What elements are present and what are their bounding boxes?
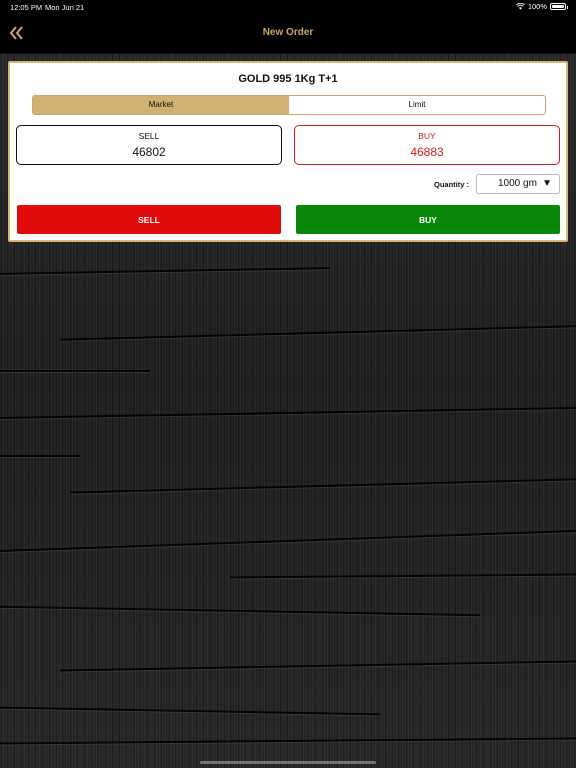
instrument-title: GOLD 995 1Kg T+1: [238, 73, 338, 85]
buy-price-box[interactable]: BUY 46883: [294, 125, 560, 165]
buy-price-value: 46883: [410, 145, 444, 159]
tab-limit[interactable]: Limit: [289, 96, 545, 114]
status-right: 100%: [515, 2, 568, 11]
sell-price-value: 46802: [132, 145, 166, 159]
tab-market[interactable]: Market: [33, 96, 289, 114]
quantity-label: Quantity :: [434, 180, 469, 189]
dropdown-arrow-icon: ▼: [542, 178, 552, 189]
sell-button[interactable]: SELL: [17, 205, 281, 234]
order-type-segment: Market Limit: [32, 95, 546, 115]
sell-price-box[interactable]: SELL 46802: [16, 125, 282, 165]
sell-price-label: SELL: [138, 131, 160, 141]
buy-button[interactable]: BUY: [296, 205, 560, 234]
battery-icon: [550, 3, 568, 10]
page-title: New Order: [262, 27, 314, 38]
quantity-select[interactable]: 1000 gm ▼: [476, 174, 560, 194]
status-bar: 12:05 PM Mon Jun 21 100%: [0, 0, 576, 14]
wifi-icon: [515, 3, 525, 10]
status-time: 12:05 PM: [10, 3, 43, 12]
order-card: GOLD 995 1Kg T+1 Market Limit SELL 46802…: [8, 61, 568, 242]
battery-percent: 100%: [527, 2, 547, 11]
status-date: Mon Jun 21: [45, 3, 85, 12]
home-indicator[interactable]: [200, 761, 376, 764]
nav-bar: New Order: [0, 14, 576, 54]
buy-price-label: BUY: [418, 131, 436, 141]
quantity-value: 1000 gm: [498, 178, 537, 189]
